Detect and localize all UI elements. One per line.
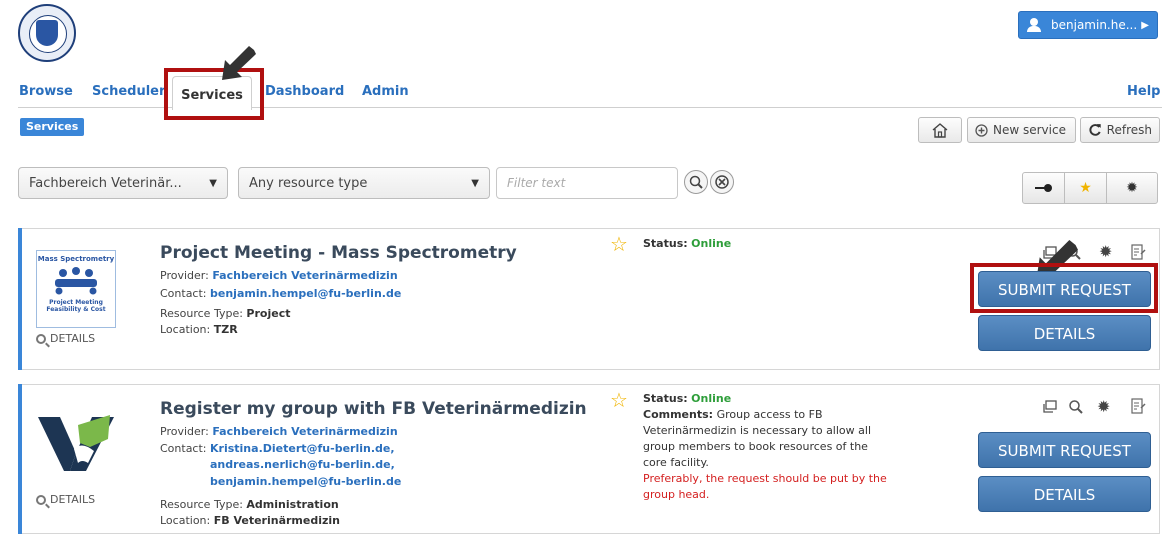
plus-circle-icon [975, 123, 988, 137]
submit-request-button[interactable]: SUBMIT REQUEST [978, 271, 1151, 307]
details-button[interactable]: DETAILS [978, 476, 1151, 512]
resource-type-select[interactable]: Any resource type ▼ [238, 167, 490, 199]
star-icon: ★ [1079, 180, 1092, 196]
service-provider: Provider: Fachbereich Veterinärmedizin [160, 425, 398, 438]
search-button[interactable] [684, 170, 708, 194]
breadcrumb-badge: Services [20, 118, 85, 136]
provider-link[interactable]: Fachbereich Veterinärmedizin [212, 269, 397, 282]
favorites-filter-button[interactable]: ★ [1064, 172, 1107, 204]
service-status: Status: Online [643, 237, 732, 250]
service-contact: Contact: benjamin.hempel@fu-berlin.de [160, 287, 402, 300]
user-icon [1027, 18, 1041, 32]
magnifier-icon [36, 333, 46, 344]
fb-vet-logo-thumbnail [38, 415, 114, 471]
provider-select[interactable]: Fachbereich Veterinär... ▼ [18, 167, 228, 199]
provider-select-value: Fachbereich Veterinär... [29, 175, 182, 191]
tab-scheduler[interactable]: Scheduler [92, 84, 165, 99]
home-button[interactable] [918, 117, 962, 143]
tab-admin[interactable]: Admin [362, 84, 409, 99]
refresh-button[interactable]: Refresh [1080, 117, 1160, 143]
service-title[interactable]: Register my group with FB Veterinärmediz… [160, 399, 587, 419]
service-resource-type: Resource Type: Project [160, 307, 291, 320]
search-icon[interactable] [1068, 399, 1084, 415]
tab-dashboard[interactable]: Dashboard [265, 84, 344, 99]
edit-note-icon[interactable] [1130, 244, 1146, 260]
favorite-star-icon[interactable]: ☆ [610, 234, 628, 254]
service-contact-extra: benjamin.hempel@fu-berlin.de [210, 474, 401, 490]
search-icon [689, 175, 703, 189]
resource-type-value: Any resource type [249, 175, 368, 191]
filter-text-input[interactable]: Filter text [496, 167, 678, 199]
caret-right-icon: ▶ [1141, 19, 1149, 31]
help-link[interactable]: Help [1127, 84, 1160, 99]
details-link[interactable]: DETAILS [36, 493, 95, 506]
clear-icon [715, 175, 729, 189]
settings-filter-button[interactable]: ✹ [1106, 172, 1158, 204]
gear-icon: ✹ [1126, 180, 1138, 196]
meeting-people-icon [55, 267, 97, 295]
favorite-star-icon[interactable]: ☆ [610, 390, 628, 410]
annotation-arrow-icon [222, 46, 256, 80]
contact-email-link[interactable]: Kristina.Dietert@fu-berlin.de, [210, 442, 395, 455]
magnifier-icon [36, 494, 46, 505]
key-icon [1034, 184, 1052, 192]
service-title[interactable]: Project Meeting - Mass Spectrometry [160, 243, 517, 263]
contact-email-link[interactable]: andreas.nerlich@fu-berlin.de, [210, 458, 395, 471]
chevron-down-icon: ▼ [471, 177, 479, 189]
new-service-label: New service [993, 123, 1066, 137]
edit-note-icon[interactable] [1130, 398, 1146, 414]
service-status: Status: Online Comments: Group access to… [643, 392, 887, 501]
key-filter-button[interactable] [1022, 172, 1065, 204]
user-menu-button[interactable]: benjamin.he... ▶ [1018, 11, 1158, 39]
submit-request-button[interactable]: SUBMIT REQUEST [978, 432, 1151, 468]
gear-icon[interactable]: ✹ [1097, 397, 1110, 416]
service-resource-type: Resource Type: Administration [160, 498, 339, 511]
contact-email-link[interactable]: benjamin.hempel@fu-berlin.de [210, 475, 401, 488]
details-button[interactable]: DETAILS [978, 315, 1151, 351]
details-link[interactable]: DETAILS [36, 332, 95, 345]
service-contact: Contact: Kristina.Dietert@fu-berlin.de, [160, 442, 395, 455]
copy-icon[interactable] [1042, 399, 1058, 415]
refresh-icon [1089, 124, 1101, 136]
contact-email-link[interactable]: benjamin.hempel@fu-berlin.de [210, 287, 401, 300]
tab-browse[interactable]: Browse [19, 84, 73, 99]
service-provider: Provider: Fachbereich Veterinärmedizin [160, 269, 398, 282]
clear-filter-button[interactable] [710, 170, 734, 194]
service-contact-extra: andreas.nerlich@fu-berlin.de, [210, 457, 395, 473]
service-thumbnail: Mass Spectrometry Project Meeting Feasib… [36, 250, 116, 328]
university-seal-logo [18, 4, 76, 62]
refresh-label: Refresh [1106, 123, 1152, 137]
user-name: benjamin.he... [1051, 18, 1138, 32]
service-location: Location: FB Veterinärmedizin [160, 514, 340, 527]
service-location: Location: TZR [160, 323, 238, 336]
gear-icon[interactable]: ✹ [1099, 242, 1112, 261]
home-icon [932, 123, 948, 138]
chevron-down-icon: ▼ [209, 177, 217, 189]
provider-link[interactable]: Fachbereich Veterinärmedizin [212, 425, 397, 438]
new-service-button[interactable]: New service [967, 117, 1076, 143]
